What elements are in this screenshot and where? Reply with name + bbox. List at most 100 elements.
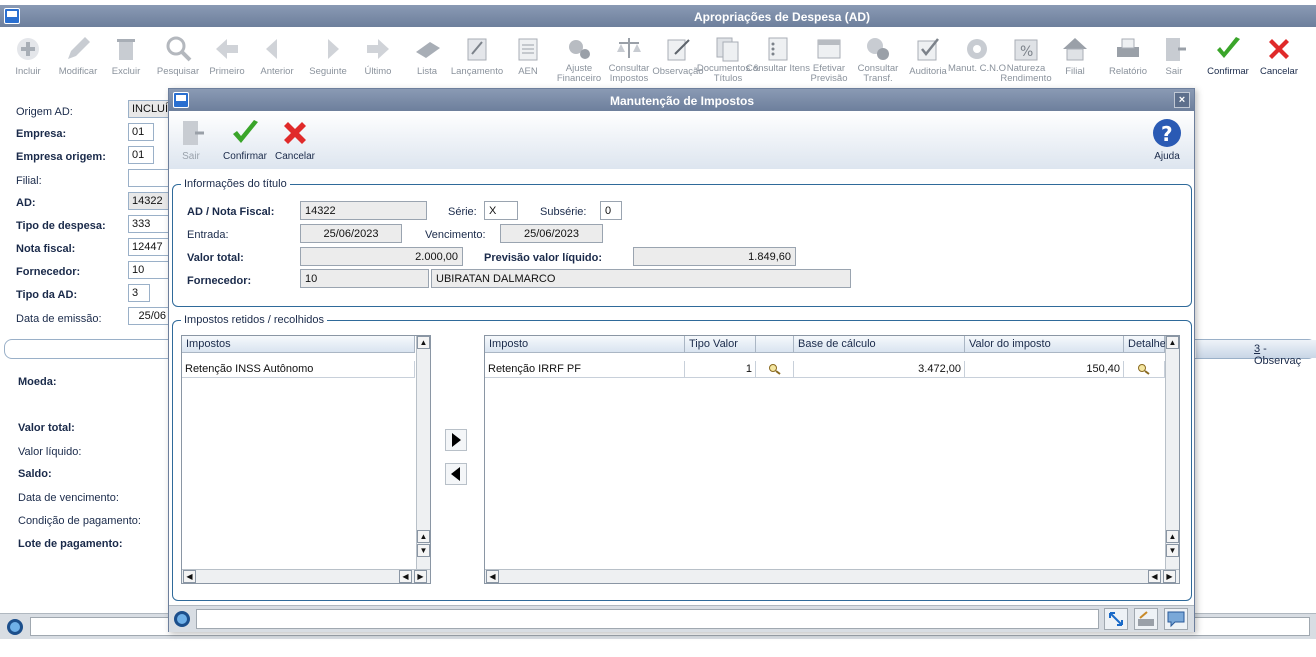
nota-fiscal-field[interactable]: 12447 <box>128 238 170 256</box>
toolbar-sair-button[interactable]: Sair <box>1148 27 1200 89</box>
help-icon: ? <box>1153 119 1181 147</box>
empresa-origem-field[interactable]: 01 <box>128 146 154 164</box>
scroll-left-icon[interactable]: ◀ <box>486 570 499 583</box>
move-left-button[interactable] <box>445 463 467 485</box>
scroll-up-icon[interactable]: ▲ <box>1166 336 1179 349</box>
toolbar-natureza-rendimento-button[interactable]: % Natureza Rendimento <box>1000 27 1052 89</box>
scroll-up-icon[interactable]: ▲ <box>417 336 430 349</box>
tipo-despesa-field[interactable]: 333 <box>128 215 170 233</box>
vencimento-field[interactable]: 25/06/2023 <box>500 224 603 243</box>
scroll-down-icon[interactable]: ▼ <box>1166 544 1179 557</box>
toolbar-excluir-button[interactable]: Excluir <box>100 27 152 89</box>
toolbar-primeiro-button[interactable]: Primeiro <box>201 27 253 89</box>
left-grid-vertical-scrollbar[interactable]: ▲ ▲ ▼ <box>416 336 430 569</box>
tipo-ad-field[interactable]: 3 <box>128 284 150 302</box>
origem-ad-label: Origem AD: <box>16 106 73 118</box>
lookup-column-header[interactable] <box>756 336 794 353</box>
right-grid-horizontal-scrollbar[interactable]: ◀ ◀ ▶ <box>485 569 1179 583</box>
toolbar-cancelar-button[interactable]: Cancelar <box>1253 27 1305 89</box>
transfer-icon <box>867 38 889 60</box>
toolbar-confirmar-button[interactable]: Confirmar <box>1202 27 1254 89</box>
lote-pagamento-label: Lote de pagamento: <box>18 538 123 550</box>
magnifier-icon <box>768 364 781 375</box>
dialog-close-button[interactable]: × <box>1174 92 1190 108</box>
dialog-window-icon <box>173 92 189 108</box>
scroll-down-icon[interactable]: ▼ <box>417 544 430 557</box>
scroll-right-icon[interactable]: ▶ <box>1163 570 1176 583</box>
cno-icon <box>967 39 987 59</box>
toolbar-lancamento-button[interactable]: Lançamento <box>451 27 503 89</box>
left-grid-horizontal-scrollbar[interactable]: ◀ ◀ ▶ <box>182 569 430 583</box>
fornecedor-code-field[interactable]: 10 <box>300 269 429 288</box>
messages-button[interactable] <box>1164 608 1188 630</box>
dialog-cancelar-button[interactable]: Cancelar <box>267 117 323 162</box>
base-calculo-column-header[interactable]: Base de cálculo <box>794 336 965 353</box>
ad-field[interactable]: 14322 <box>128 192 170 210</box>
data-emissao-field[interactable]: 25/06 <box>128 307 170 325</box>
scroll-up-icon[interactable]: ▲ <box>1166 530 1179 543</box>
lookup-cell[interactable] <box>756 361 794 378</box>
toolbar-anterior-button[interactable]: Anterior <box>251 27 303 89</box>
tipo-valor-cell[interactable]: 1 <box>685 361 756 378</box>
toolbar-filial-button[interactable]: Filial <box>1049 27 1101 89</box>
toolbar-lista-button[interactable]: Lista <box>401 27 453 89</box>
valor-imposto-cell[interactable]: 150,40 <box>965 361 1124 378</box>
scroll-up-icon[interactable]: ▲ <box>417 530 430 543</box>
toolbar-incluir-button[interactable]: Incluir <box>2 27 54 89</box>
scroll-left-icon[interactable]: ◀ <box>399 570 412 583</box>
scroll-left-icon[interactable]: ◀ <box>1148 570 1161 583</box>
dialog-ajuda-button[interactable]: ? Ajuda <box>1139 117 1195 162</box>
valor-imposto-column-header[interactable]: Valor do imposto <box>965 336 1124 353</box>
dialog-sair-button[interactable]: Sair <box>163 117 219 162</box>
toolbar-seguinte-button[interactable]: Seguinte <box>302 27 354 89</box>
impostos-column-header[interactable]: Impostos <box>182 336 415 353</box>
serie-label: Série: <box>448 206 477 218</box>
imposto-cell[interactable]: Retenção IRRF PF <box>485 361 685 378</box>
toolbar-documentos-button[interactable]: Documentos & Títulos <box>697 27 759 89</box>
next-icon <box>328 39 339 59</box>
ad-nf-field[interactable]: 14322 <box>300 201 427 220</box>
move-right-button[interactable] <box>445 429 467 451</box>
toolbar-relatorio-button[interactable]: Relatório <box>1102 27 1154 89</box>
detalhe-cell[interactable] <box>1124 361 1165 378</box>
origem-ad-field[interactable]: INCLUÍD <box>128 100 176 118</box>
scroll-left-icon[interactable]: ◀ <box>183 570 196 583</box>
valor-total-field[interactable]: 2.000,00 <box>300 247 463 266</box>
tab-observacao[interactable]: 3 - Observaç <box>1196 340 1316 367</box>
last-icon <box>367 39 389 59</box>
keyboard-button[interactable] <box>1134 608 1158 630</box>
serie-field[interactable]: X <box>484 201 518 220</box>
toolbar-consultar-transf-button[interactable]: Consultar Transf. <box>852 27 904 89</box>
imposto-column-header[interactable]: Imposto <box>485 336 685 353</box>
impostos-legend: Impostos retidos / recolhidos <box>181 314 328 326</box>
scroll-right-icon[interactable]: ▶ <box>414 570 427 583</box>
filial-field[interactable] <box>128 169 170 187</box>
red-x-icon <box>1269 39 1289 59</box>
resize-button[interactable] <box>1104 608 1128 630</box>
entrada-field[interactable]: 25/06/2023 <box>300 224 402 243</box>
fornecedor-name-field[interactable]: UBIRATAN DALMARCO <box>431 269 851 288</box>
main-window-title: Apropriações de Despesa (AD) <box>694 10 871 24</box>
toolbar-auditoria-button[interactable]: Auditoria <box>902 27 954 89</box>
toolbar-ultimo-button[interactable]: Último <box>352 27 404 89</box>
empresa-field[interactable]: 01 <box>128 123 154 141</box>
toolbar-consultar-impostos-button[interactable]: Consultar Impostos <box>603 27 655 89</box>
list-item[interactable]: Retenção INSS Autônomo <box>182 361 415 378</box>
dialog-confirmar-button[interactable]: Confirmar <box>217 117 273 162</box>
subserie-field[interactable]: 0 <box>600 201 622 220</box>
entrada-label: Entrada: <box>187 229 229 241</box>
globe-icon <box>7 619 23 635</box>
fornecedor-field[interactable]: 10 <box>128 261 170 279</box>
right-grid-vertical-scrollbar[interactable]: ▲ ▲ ▼ <box>1165 336 1179 569</box>
exit-door-icon <box>183 121 204 145</box>
impostos-retidos-grid: Imposto Tipo Valor Base de cálculo Valor… <box>484 335 1180 584</box>
previous-icon <box>266 39 277 59</box>
previsao-field[interactable]: 1.849,60 <box>633 247 796 266</box>
tipo-valor-column-header[interactable]: Tipo Valor <box>685 336 756 353</box>
app-window-icon <box>4 8 20 24</box>
detalhe-column-header[interactable]: Detalhe <box>1124 336 1166 353</box>
data-vencimento-label: Data de vencimento: <box>18 492 119 504</box>
base-calculo-cell[interactable]: 3.472,00 <box>794 361 965 378</box>
toolbar-modificar-button[interactable]: Modificar <box>52 27 104 89</box>
toolbar-pesquisar-button[interactable]: Pesquisar <box>152 27 204 89</box>
